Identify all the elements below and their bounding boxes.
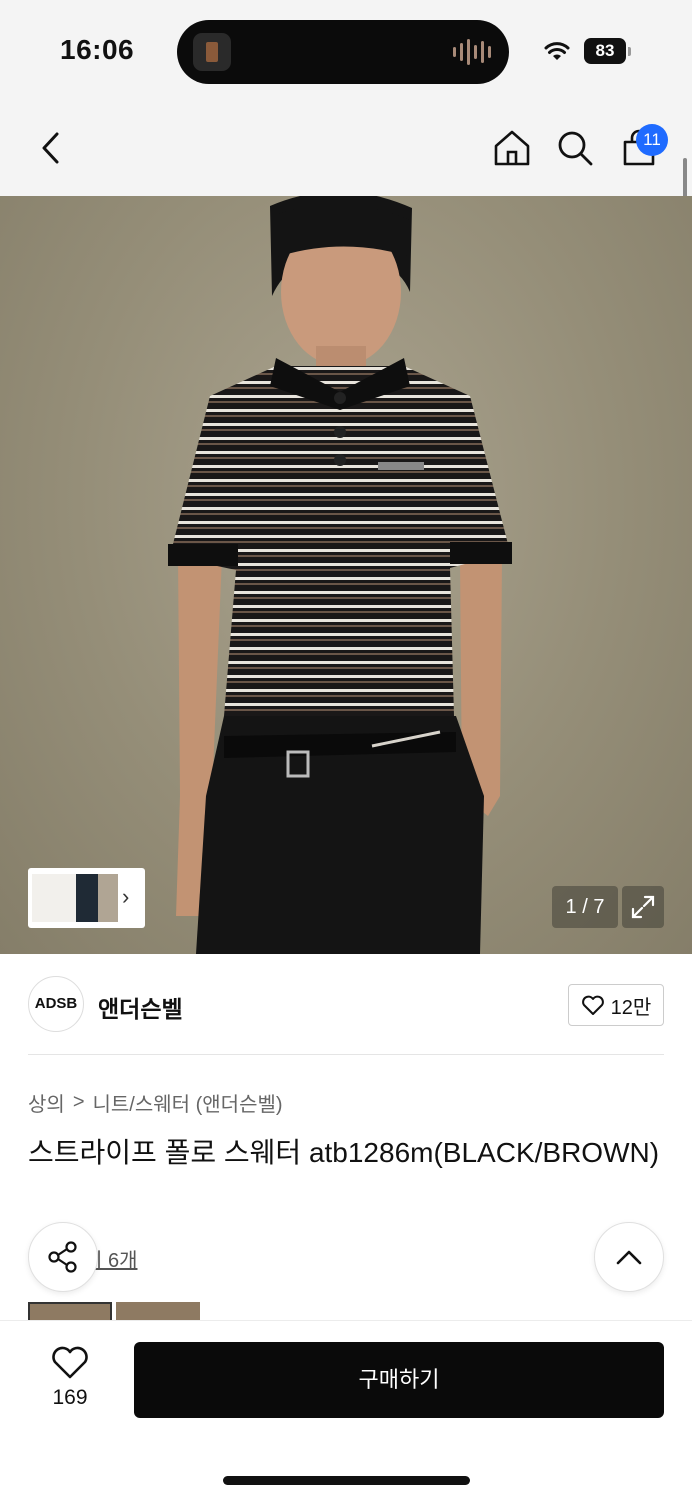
expand-icon xyxy=(631,895,655,919)
scroll-to-top-button[interactable] xyxy=(594,1222,664,1292)
wishlist-button[interactable]: 169 xyxy=(28,1344,112,1420)
variant-thumb-navy xyxy=(76,874,98,922)
top-nav-bar xyxy=(0,100,692,196)
back-button[interactable] xyxy=(28,126,72,170)
status-time: 16:06 xyxy=(60,34,135,65)
review-photo-thumb[interactable] xyxy=(28,1302,112,1322)
home-indicator[interactable] xyxy=(223,1476,470,1485)
search-icon xyxy=(558,131,593,166)
model-photo xyxy=(168,196,512,954)
breadcrumb: 상의 > 니트/스웨터 (앤더슨벨) xyxy=(28,1088,283,1117)
wishlist-count: 169 xyxy=(52,1386,88,1409)
share-icon xyxy=(48,1241,77,1273)
brand-name[interactable]: 앤더슨벨 xyxy=(98,990,183,1024)
brand-like-button[interactable]: 12만 xyxy=(568,984,664,1026)
battery-indicator: 83 xyxy=(584,38,631,64)
heart-icon xyxy=(581,995,604,1015)
dynamic-island[interactable] xyxy=(177,20,509,84)
breadcrumb-subcategory[interactable]: 니트/스웨터 (앤더슨벨) xyxy=(93,1088,283,1117)
brand-like-count: 12만 xyxy=(610,996,652,1019)
home-button[interactable] xyxy=(490,126,534,170)
product-title: 스트라이프 폴로 스웨터 atb1286m(BLACK/BROWN) xyxy=(28,1137,660,1168)
breadcrumb-category[interactable]: 상의 xyxy=(28,1088,65,1117)
heart-icon xyxy=(52,1346,88,1379)
expand-image-button[interactable] xyxy=(622,886,664,928)
now-playing-app-icon xyxy=(193,33,231,71)
cart-count-badge: 11 xyxy=(636,124,668,156)
image-page-counter: 1 / 7 xyxy=(552,886,618,928)
color-variant-thumbnails[interactable]: › xyxy=(28,868,145,928)
share-button[interactable] xyxy=(28,1222,98,1292)
breadcrumb-separator: > xyxy=(72,1091,85,1113)
audio-waveform-icon xyxy=(453,38,491,66)
chevron-up-icon xyxy=(616,1250,642,1265)
status-bar: 16:06 83 xyxy=(0,0,692,100)
variant-thumb-black xyxy=(32,874,76,922)
search-button[interactable] xyxy=(553,126,597,170)
divider xyxy=(28,1054,664,1055)
buy-button[interactable]: 구매하기 xyxy=(134,1342,664,1418)
review-photo-thumb[interactable] xyxy=(116,1302,200,1322)
variant-thumb-brown xyxy=(98,874,118,922)
brand-logo[interactable]: ADSB xyxy=(28,976,84,1032)
wifi-icon xyxy=(544,42,570,60)
chevron-left-icon xyxy=(42,132,59,164)
home-icon xyxy=(494,130,530,166)
product-image[interactable] xyxy=(0,196,692,954)
chevron-right-icon: › xyxy=(122,884,130,909)
